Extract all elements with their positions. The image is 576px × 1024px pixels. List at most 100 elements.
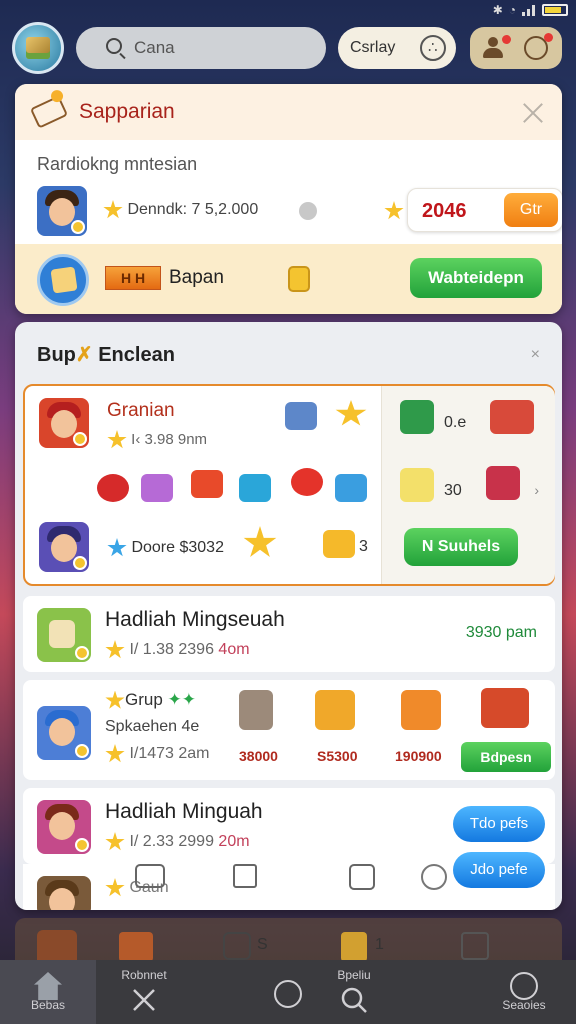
search-bar[interactable]: Cana — [76, 27, 326, 69]
circle-icon — [274, 980, 302, 1008]
star-icon — [107, 538, 127, 557]
top-bar: Cana Csrlay — [0, 22, 576, 76]
footer-label: Bapan — [169, 267, 224, 288]
cube-icon — [26, 37, 50, 59]
gem-icon — [97, 474, 129, 502]
signal-icon — [522, 5, 535, 16]
star-icon — [335, 400, 367, 426]
list-item[interactable]: Gaun Jdo pefe — [23, 852, 555, 910]
gift-box-icon — [401, 690, 441, 730]
close-icon[interactable]: × — [531, 346, 540, 364]
row-meta: I/ 1.38 2396 4om — [105, 640, 250, 660]
swirl-icon[interactable] — [349, 864, 375, 890]
bag-icon[interactable] — [233, 864, 257, 888]
nav-seaoies[interactable]: Seaoies — [476, 960, 572, 1024]
subscribe-button[interactable]: N Suuhels — [404, 528, 518, 566]
group-label: Grup ✦✦ — [105, 690, 196, 711]
player-avatar — [39, 522, 89, 572]
star-icon — [107, 430, 127, 449]
wifi-icon: ◔ — [508, 3, 516, 17]
play-label: Csrlay — [350, 39, 396, 56]
notification-dot — [544, 33, 553, 42]
nav-label: Seaoies — [502, 998, 546, 1012]
crates-icon — [481, 688, 529, 728]
ranking-card-header: Sapparian — [15, 84, 562, 140]
coin-icon — [400, 468, 434, 502]
get-button[interactable]: Gtr — [504, 193, 558, 227]
gamepad-icon[interactable] — [135, 864, 165, 888]
row-timer: 3930 pam — [465, 624, 537, 641]
ticket-icon — [29, 95, 69, 129]
star-icon — [384, 201, 404, 220]
clipboard-icon — [341, 932, 367, 962]
star-icon — [105, 832, 125, 851]
phone-icon — [223, 932, 251, 960]
group-sub: Spkaehen 4e — [105, 718, 200, 735]
list-item[interactable]: Hadliah Mingseuah I/ 1.38 2396 4om 3930 … — [23, 596, 555, 672]
list-item[interactable]: Grup ✦✦ Spkaehen 4e I/1473 2am 38000 S53… — [23, 680, 555, 780]
star-icon — [243, 526, 277, 557]
play-button[interactable]: Csrlay — [338, 27, 456, 69]
search-icon — [340, 986, 368, 1014]
box-icon — [37, 254, 89, 306]
heart-icon — [291, 468, 323, 496]
bluetooth-icon: ✱ — [492, 3, 503, 17]
search-icon — [106, 38, 122, 54]
close-icon[interactable] — [522, 102, 544, 124]
bottom-nav: Bebas Robnnet Bpeliu Seaoies — [0, 960, 576, 1024]
star-icon — [103, 200, 123, 219]
ticket-icon — [141, 474, 173, 502]
nav-label: Robnnet — [121, 968, 167, 982]
ranking-card-title: Sapparian — [79, 100, 175, 123]
player-avatar — [37, 706, 91, 760]
battery-icon — [542, 4, 568, 16]
present-icon — [486, 466, 520, 500]
chevron-right-icon[interactable]: › — [534, 482, 539, 498]
join-button[interactable]: Jdo pefe — [453, 852, 545, 888]
sparkle-icon: ✗ — [75, 344, 93, 366]
box-icon — [37, 608, 91, 662]
status-bar: ✱ ◔ — [0, 0, 576, 20]
ranking-card: Sapparian Rardiokng mntesian Denndk: 7 5… — [15, 84, 562, 314]
ranking-row[interactable]: Denndk: 7 5,2.000 2046 Gtr — [37, 186, 562, 236]
side-value: 0.e — [444, 414, 467, 431]
ranking-footer: H H Bapan Wabteidepn — [15, 244, 562, 314]
gift-box-icon — [400, 400, 434, 434]
player-avatar — [39, 398, 89, 448]
notification-dot — [502, 35, 511, 44]
rank-badge: H H — [105, 266, 161, 290]
nav-robnnet[interactable]: Robnnet — [96, 960, 192, 1024]
player-avatar — [37, 876, 91, 910]
notifications-pill[interactable] — [470, 27, 562, 69]
star-icon — [105, 878, 125, 897]
nav-home[interactable]: Bebas — [0, 960, 96, 1024]
coupon-icon — [323, 530, 355, 558]
bottom-strip: S 1 — [15, 918, 562, 966]
friends-icon[interactable] — [482, 37, 504, 59]
rewards-card-title: Bup✗ Enclean — [37, 344, 175, 366]
join-button[interactable]: Tdo pefs — [453, 806, 545, 842]
player-avatar — [37, 186, 87, 236]
nav-label: Bpeliu — [337, 968, 371, 982]
nav-label: Bebas — [30, 998, 66, 1012]
row-meta: I/1473 2am — [105, 744, 210, 764]
rocket-icon — [490, 400, 534, 434]
gift-icon — [191, 470, 223, 498]
computer-icon — [285, 402, 317, 430]
watch-button[interactable]: Wabteidepn — [410, 258, 542, 298]
cross-icon — [130, 986, 158, 1014]
score-value: 2046 — [422, 200, 467, 222]
candy-icon — [239, 474, 271, 502]
nav-search[interactable]: Bpeliu — [306, 960, 402, 1024]
claim-button[interactable]: Bdpesn — [461, 742, 551, 772]
search-placeholder: Cana — [134, 38, 175, 57]
item-count: 3 — [359, 538, 368, 555]
profile-avatar[interactable] — [12, 22, 64, 74]
featured-reward[interactable]: Granian I‹ 3.98 9nm Doore $3032 3 0.e 30… — [23, 384, 555, 586]
gift-value: 38000 — [239, 748, 278, 764]
puzzle-icon — [335, 474, 367, 502]
gift-value: S5300 — [317, 748, 358, 764]
book-icon — [119, 932, 153, 962]
document-icon — [239, 690, 273, 730]
heart-icon[interactable] — [421, 864, 447, 890]
